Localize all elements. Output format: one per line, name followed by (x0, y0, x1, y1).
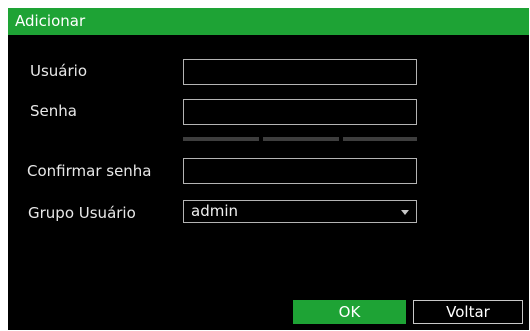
ok-button[interactable]: OK (293, 300, 406, 324)
user-input[interactable] (183, 59, 417, 85)
password-strength-segment-1 (183, 137, 259, 141)
user-group-label: Grupo Usuário (28, 204, 136, 222)
user-group-selected-value: admin (191, 202, 238, 220)
user-label: Usuário (30, 62, 88, 80)
confirm-password-input[interactable] (183, 158, 417, 184)
confirm-password-label: Confirmar senha (27, 162, 152, 180)
back-button[interactable]: Voltar (413, 300, 523, 324)
password-input[interactable] (183, 99, 417, 125)
user-group-select[interactable]: admin (183, 200, 417, 223)
add-user-dialog: Adicionar Usuário Senha Confirmar senha … (8, 8, 529, 330)
password-label: Senha (30, 102, 77, 120)
dialog-title: Adicionar (15, 12, 86, 30)
password-strength-segment-3 (343, 137, 417, 141)
chevron-down-icon (401, 210, 409, 215)
dialog-titlebar: Adicionar (8, 8, 529, 35)
password-strength-segment-2 (263, 137, 339, 141)
